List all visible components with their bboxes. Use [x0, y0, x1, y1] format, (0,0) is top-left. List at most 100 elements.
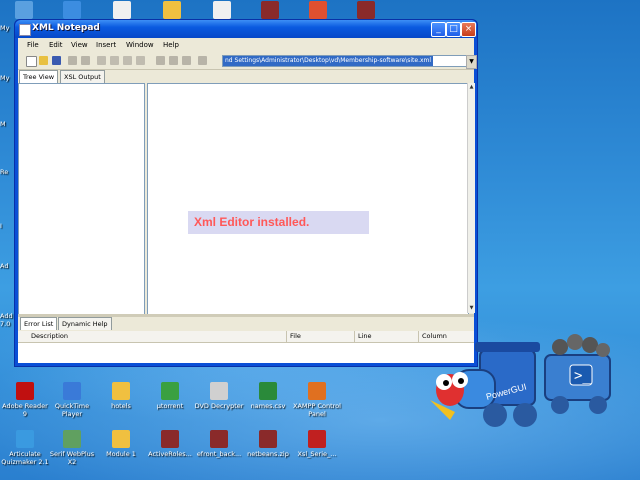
menubar: File Edit View Insert Window Help	[18, 38, 474, 52]
desktop-app-icon	[161, 430, 179, 448]
desktop-icon-label: µtorrent	[156, 402, 184, 410]
desktop-app-icon	[259, 430, 277, 448]
desktop-icon[interactable]: µtorrent	[145, 382, 195, 410]
desktop-app-icon	[16, 382, 34, 400]
chevron-down-icon[interactable]: ▼	[466, 55, 477, 69]
desktop-icon-label: efront_back...	[196, 450, 242, 458]
nudge-left-icon[interactable]	[182, 56, 191, 65]
nudge-down-icon[interactable]	[169, 56, 178, 65]
window-title: XML Notepad	[32, 23, 100, 33]
bottom-tabs: Error List Dynamic Help	[18, 317, 474, 330]
tab-tree-view[interactable]: Tree View	[19, 70, 59, 83]
desktop-app-icon	[16, 430, 34, 448]
new-icon[interactable]	[26, 56, 37, 67]
error-list-header: Description File Line Column	[18, 331, 474, 343]
desktop-file-icon	[357, 1, 375, 19]
nudge-right-icon[interactable]	[198, 56, 207, 65]
status-toast: Xml Editor installed.	[188, 211, 369, 234]
desktop-icon-label: QuickTime Player	[54, 402, 90, 418]
top-icon-8[interactable]	[341, 1, 391, 21]
save-icon[interactable]	[52, 56, 61, 65]
desktop-icon[interactable]: names.csv	[243, 382, 293, 410]
copy-icon[interactable]	[110, 56, 119, 65]
desktop-icon-label: Serif WebPlus X2	[49, 450, 95, 466]
top-icon-4[interactable]	[147, 1, 197, 21]
tab-xsl-output[interactable]: XSL Output	[60, 70, 105, 83]
desktop-icon-label: XAMPP Control Panel	[293, 402, 341, 418]
top-icon-5[interactable]	[197, 1, 247, 21]
undo-icon[interactable]	[68, 56, 77, 65]
desktop-icon[interactable]: Module 1	[96, 430, 146, 458]
edge-label: Re	[0, 168, 9, 176]
top-icon-1[interactable]	[0, 1, 49, 21]
node-text-pane[interactable]	[147, 83, 469, 315]
train-coal-cart: >_	[544, 334, 611, 414]
desktop-icon[interactable]: XAMPP Control Panel	[292, 382, 342, 418]
scroll-down-icon[interactable]: ▼	[468, 305, 475, 312]
menu-help[interactable]: Help	[163, 41, 179, 49]
desktop-app-icon	[308, 382, 326, 400]
edge-label: Add	[0, 312, 13, 320]
paste-icon[interactable]	[123, 56, 132, 65]
col-line[interactable]: Line	[354, 331, 372, 342]
desktop-app-icon	[63, 430, 81, 448]
toast-text: Xml Editor installed.	[194, 215, 310, 229]
desktop-icon[interactable]: DVD Decrypter	[194, 382, 244, 410]
nudge-up-icon[interactable]	[156, 56, 165, 65]
menu-view[interactable]: View	[71, 41, 88, 49]
desktop-icon[interactable]: netbeans.zip	[243, 430, 293, 458]
desktop-icon[interactable]: QuickTime Player	[47, 382, 97, 418]
desktop-icon[interactable]: Adobe Reader 9	[0, 382, 50, 418]
desktop-icon-label: DVD Decrypter	[194, 402, 244, 410]
train-engine: PowerGUI	[430, 342, 540, 427]
desktop-file-icon	[309, 1, 327, 19]
vertical-scrollbar[interactable]: ▲ ▼	[467, 83, 475, 313]
window-client: File Edit View Insert Window Help nd Set…	[18, 38, 477, 363]
maximize-button[interactable]: □	[446, 22, 461, 37]
menu-window[interactable]: Window	[126, 41, 154, 49]
desktop-icon-label: Xsl_Serie_...	[297, 450, 337, 458]
menu-edit[interactable]: Edit	[49, 41, 63, 49]
minimize-button[interactable]: _	[431, 22, 446, 37]
powergui-train-logo: >_ PowerGUI	[430, 334, 611, 427]
desktop-file-icon	[113, 1, 131, 19]
tree-view-pane[interactable]	[18, 83, 145, 315]
scroll-up-icon[interactable]: ▲	[468, 84, 475, 91]
edge-label: My	[0, 24, 10, 32]
desktop-app-icon	[259, 382, 277, 400]
desktop-icon-label: Adobe Reader 9	[2, 402, 48, 418]
top-icon-6[interactable]	[245, 1, 295, 21]
top-icon-2[interactable]	[47, 1, 97, 21]
desktop-icon[interactable]: hotels	[96, 382, 146, 410]
desktop-icon-label: Module 1	[106, 450, 136, 458]
desktop-icon[interactable]: efront_back...	[194, 430, 244, 458]
redo-icon[interactable]	[81, 56, 90, 65]
desktop-icon-label: ActiveRoles...	[148, 450, 192, 458]
desktop-file-icon	[213, 1, 231, 19]
file-path-input[interactable]: nd Settings\Administrator\Desktop\vd\Mem…	[222, 55, 468, 67]
close-button[interactable]: ×	[461, 22, 476, 37]
desktop-icon[interactable]: Serif WebPlus X2	[47, 430, 97, 466]
col-description[interactable]: Description	[28, 331, 68, 342]
app-icon	[19, 24, 31, 36]
menu-insert[interactable]: Insert	[96, 41, 116, 49]
desktop-icon-label: netbeans.zip	[247, 450, 289, 458]
top-icon-3[interactable]	[97, 1, 147, 21]
xml-notepad-window: XML Notepad _ □ × File Edit View Insert …	[14, 19, 478, 367]
col-file[interactable]: File	[286, 331, 301, 342]
menu-file[interactable]: File	[27, 41, 39, 49]
svg-text:>_: >_	[574, 368, 591, 384]
cut-icon[interactable]	[97, 56, 106, 65]
delete-icon[interactable]	[136, 56, 145, 65]
tab-dynamic-help[interactable]: Dynamic Help	[58, 317, 112, 330]
desktop-icon[interactable]: ActiveRoles...	[145, 430, 195, 458]
error-list-body[interactable]	[18, 343, 474, 363]
top-icon-7[interactable]	[293, 1, 343, 21]
desktop-app-icon	[112, 382, 130, 400]
tab-error-list[interactable]: Error List	[20, 317, 58, 330]
desktop-app-icon	[112, 430, 130, 448]
desktop-icon[interactable]: Xsl_Serie_...	[292, 430, 342, 458]
desktop-icon[interactable]: Articulate Quizmaker 2.1	[0, 430, 50, 466]
open-icon[interactable]	[39, 56, 48, 65]
titlebar[interactable]: XML Notepad _ □ ×	[15, 20, 477, 38]
